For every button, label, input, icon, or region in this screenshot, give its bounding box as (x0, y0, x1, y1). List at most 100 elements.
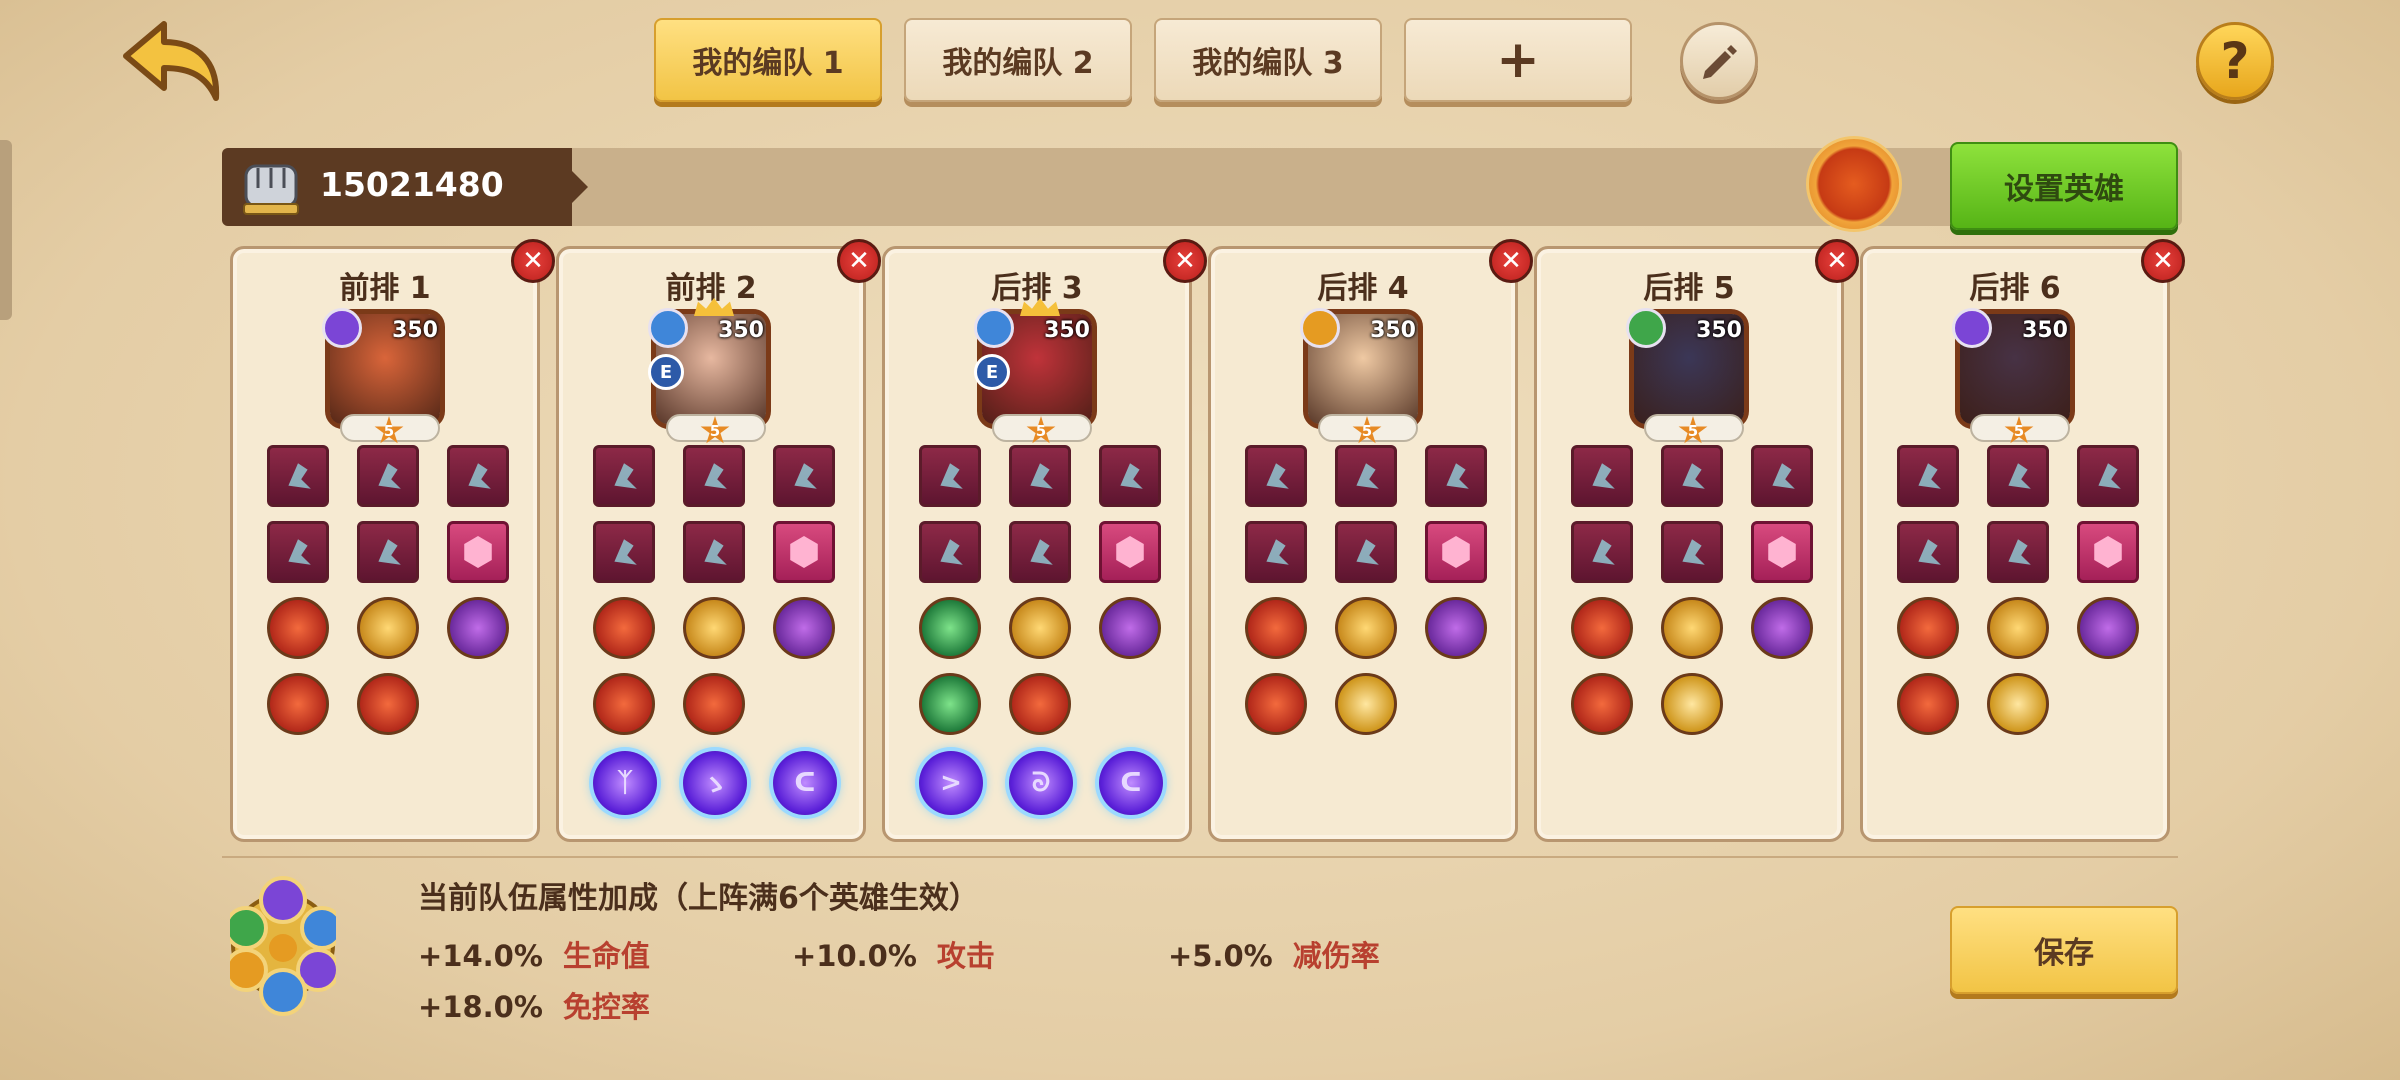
equipment-slot[interactable] (1897, 445, 1959, 507)
side-drawer-handle[interactable] (0, 140, 12, 320)
rune-red-icon[interactable] (683, 673, 745, 735)
equipment-slot[interactable] (1335, 445, 1397, 507)
equipment-slot[interactable] (1099, 445, 1161, 507)
skill-orb[interactable]: ᛉ (593, 751, 657, 815)
rune-red-icon[interactable] (1245, 597, 1307, 659)
rune-gold-icon[interactable] (683, 597, 745, 659)
artifact-slot[interactable] (773, 521, 835, 583)
tab-formation-1[interactable]: 我的编队 1 (654, 18, 882, 102)
artifact-slot[interactable] (1425, 521, 1487, 583)
equipment-slot[interactable] (1571, 521, 1633, 583)
hero-panel[interactable]: 后排 4 ✕ 350 5 (1208, 239, 1533, 842)
set-hero-button[interactable]: 设置英雄 (1950, 142, 2178, 230)
equipment-slot[interactable] (1661, 445, 1723, 507)
equipment-slot[interactable] (1661, 521, 1723, 583)
equipment-slot[interactable] (1425, 445, 1487, 507)
rune-red-icon[interactable] (1897, 597, 1959, 659)
rune-red-icon[interactable] (593, 673, 655, 735)
hero-portrait[interactable]: 350 5 (1300, 308, 1423, 444)
hero-portrait[interactable]: E 350 5 (648, 298, 771, 444)
rune-purple-icon[interactable] (2077, 597, 2139, 659)
tab-formation-3[interactable]: 我的编队 3 (1154, 18, 1382, 102)
hero-portrait[interactable]: 350 5 (322, 308, 445, 444)
rune-wing-icon[interactable] (1661, 673, 1723, 735)
rune-gold-icon[interactable] (1335, 597, 1397, 659)
remove-hero-button[interactable]: ✕ (511, 239, 555, 283)
equipment-slot[interactable] (1245, 521, 1307, 583)
rune-purple-icon[interactable] (1099, 597, 1161, 659)
equipment-slot[interactable] (593, 445, 655, 507)
equipment-slot[interactable] (593, 521, 655, 583)
remove-hero-button[interactable]: ✕ (1163, 239, 1207, 283)
hero-panel[interactable]: 前排 2 ✕ E 350 5 ᛉ ゝ ᑕ (556, 239, 881, 842)
artifact-slot[interactable] (1099, 521, 1161, 583)
rune-red-icon[interactable] (267, 597, 329, 659)
help-button[interactable]: ? (2196, 22, 2274, 100)
equipment-slot[interactable] (919, 521, 981, 583)
skill-orb[interactable]: ᑕ (1099, 751, 1163, 815)
remove-hero-button[interactable]: ✕ (837, 239, 881, 283)
rune-green-icon[interactable] (919, 673, 981, 735)
rune-gold-icon[interactable] (1009, 597, 1071, 659)
add-formation-button[interactable]: + (1404, 18, 1632, 102)
equipment-slot[interactable] (1897, 521, 1959, 583)
hero-panel[interactable]: 后排 5 ✕ 350 5 (1534, 239, 1859, 842)
rune-red-icon[interactable] (1571, 597, 1633, 659)
remove-hero-button[interactable]: ✕ (1815, 239, 1859, 283)
rune-red-icon[interactable] (1571, 673, 1633, 735)
equipment-slot[interactable] (267, 445, 329, 507)
rune-gold-icon[interactable] (1987, 597, 2049, 659)
equipment-slot[interactable] (1245, 445, 1307, 507)
equipment-slot[interactable] (357, 445, 419, 507)
remove-hero-button[interactable]: ✕ (1489, 239, 1533, 283)
pet-dragon-icon[interactable] (1806, 136, 1902, 232)
rune-red-icon[interactable] (357, 673, 419, 735)
equipment-slot[interactable] (1987, 521, 2049, 583)
rune-red-icon[interactable] (1245, 673, 1307, 735)
hero-portrait[interactable]: E 350 5 (974, 298, 1097, 444)
hero-panel[interactable]: 后排 3 ✕ E 350 5 > ᘐ ᑕ (882, 239, 1207, 842)
equipment-slot[interactable] (683, 521, 745, 583)
rune-purple-icon[interactable] (773, 597, 835, 659)
equipment-slot[interactable] (1335, 521, 1397, 583)
rune-red-icon[interactable] (267, 673, 329, 735)
hero-portrait[interactable]: 350 5 (1626, 308, 1749, 444)
equipment-slot[interactable] (357, 521, 419, 583)
rune-purple-icon[interactable] (1425, 597, 1487, 659)
hero-panel[interactable]: 后排 6 ✕ 350 5 (1860, 239, 2185, 842)
hero-panel[interactable]: 前排 1 ✕ 350 5 (230, 239, 555, 842)
save-button[interactable]: 保存 (1950, 906, 2178, 994)
rune-purple-icon[interactable] (447, 597, 509, 659)
edit-button[interactable] (1680, 22, 1758, 100)
tab-formation-2[interactable]: 我的编队 2 (904, 18, 1132, 102)
rune-gold-icon[interactable] (357, 597, 419, 659)
rune-purple-icon[interactable] (1751, 597, 1813, 659)
equipment-slot[interactable] (1751, 445, 1813, 507)
rune-red-icon[interactable] (593, 597, 655, 659)
skill-orb[interactable]: > (919, 751, 983, 815)
equipment-slot[interactable] (1571, 445, 1633, 507)
faction-bonus-icon[interactable] (224, 870, 344, 1020)
equipment-slot[interactable] (919, 445, 981, 507)
artifact-slot[interactable] (447, 521, 509, 583)
rune-wing-icon[interactable] (1335, 673, 1397, 735)
skill-orb[interactable]: ᘐ (1009, 751, 1073, 815)
equipment-slot[interactable] (447, 445, 509, 507)
equipment-slot[interactable] (267, 521, 329, 583)
remove-hero-button[interactable]: ✕ (2141, 239, 2185, 283)
equipment-slot[interactable] (1987, 445, 2049, 507)
rune-wing-icon[interactable] (1987, 673, 2049, 735)
artifact-slot[interactable] (1751, 521, 1813, 583)
equipment-slot[interactable] (773, 445, 835, 507)
equipment-slot[interactable] (1009, 445, 1071, 507)
back-arrow-button[interactable] (118, 18, 228, 108)
equipment-slot[interactable] (683, 445, 745, 507)
rune-green-icon[interactable] (919, 597, 981, 659)
rune-red-icon[interactable] (1009, 673, 1071, 735)
skill-orb[interactable]: ゝ (683, 751, 747, 815)
hero-portrait[interactable]: 350 5 (1952, 308, 2075, 444)
rune-gold-icon[interactable] (1661, 597, 1723, 659)
equipment-slot[interactable] (2077, 445, 2139, 507)
equipment-slot[interactable] (1009, 521, 1071, 583)
skill-orb[interactable]: ᑕ (773, 751, 837, 815)
